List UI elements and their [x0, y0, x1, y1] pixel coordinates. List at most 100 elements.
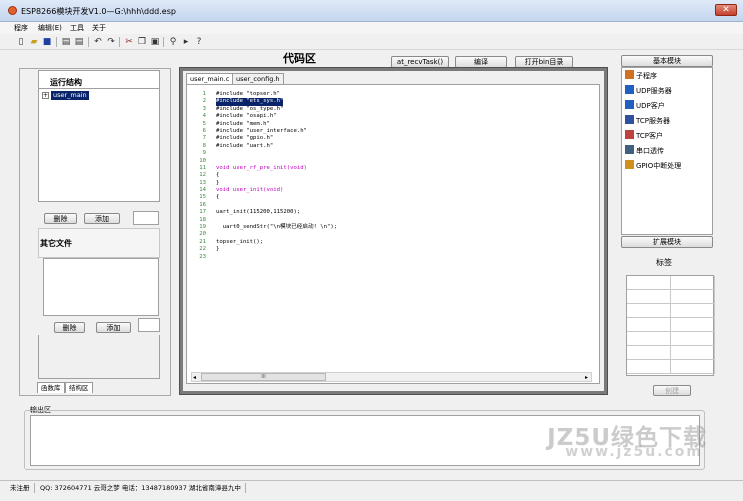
module-label: 串口透传 — [636, 147, 664, 155]
tag-grid-cell[interactable] — [627, 360, 671, 374]
save-icon[interactable]: ■ — [42, 37, 52, 47]
add-button-2[interactable]: 添加 — [96, 322, 131, 333]
tag-label: 标签 — [656, 258, 672, 267]
module-item[interactable]: TCP服务器 — [625, 114, 670, 128]
copy-icon[interactable]: ❐ — [137, 37, 147, 47]
module-item[interactable]: GPIO中断处理 — [625, 159, 681, 173]
module-item[interactable]: TCP客户 — [625, 129, 663, 143]
code-text: #include "osapi.h" — [216, 113, 277, 120]
tag-grid-cell[interactable] — [627, 276, 671, 290]
tag-grid-cell[interactable] — [627, 304, 671, 318]
line-number: 3 — [202, 105, 206, 112]
udp-server-icon — [625, 85, 634, 94]
code-editor[interactable]: 1 #include "topser.h" 2 #include "ets_sys.h… — [192, 91, 592, 370]
struct-input[interactable] — [133, 211, 159, 225]
tag-grid-cell[interactable] — [627, 332, 671, 346]
code-line: 7 #include "gpio.h" — [192, 135, 592, 142]
status-registration: 未注册 — [10, 483, 35, 493]
tree-expander[interactable]: + — [42, 92, 49, 99]
page2-icon[interactable]: ▤ — [74, 37, 84, 47]
code-line: 20 — [192, 231, 592, 238]
code-line: 5 #include "mem.h" — [192, 121, 592, 128]
find-icon[interactable]: ⚲ — [168, 37, 178, 47]
tab-structure[interactable]: 结构区 — [65, 382, 93, 393]
code-line: 9 — [192, 150, 592, 157]
line-number: 23 — [199, 253, 206, 260]
code-text: void user_init(void) — [216, 187, 284, 194]
tab-user-main-c[interactable]: user_main.c — [186, 73, 234, 84]
undo-icon[interactable]: ↶ — [93, 37, 103, 47]
create-button[interactable]: 创建 — [653, 385, 691, 396]
module-item[interactable]: UDP客户 — [625, 99, 665, 113]
line-number: 9 — [202, 150, 206, 157]
scroll-right-arrow[interactable]: ▸ — [585, 374, 588, 381]
status-bar: 未注册 QQ: 372604771 云哥之梦 电话：13487180937 湖北… — [0, 480, 743, 501]
tab-function-library[interactable]: 函数库 — [37, 382, 65, 393]
line-number: 6 — [202, 127, 206, 134]
gpio-interrupt-icon — [625, 160, 634, 169]
tag-grid-cell[interactable] — [671, 290, 715, 304]
module-item[interactable]: 子程序 — [625, 69, 657, 83]
code-text: #include "user_interface.h" — [216, 127, 307, 134]
line-number: 18 — [199, 216, 206, 223]
open-folder-icon[interactable]: ▰ — [29, 37, 39, 47]
tag-grid-cell[interactable] — [671, 332, 715, 346]
run-icon[interactable]: ▸ — [181, 37, 191, 47]
tag-grid-cell[interactable] — [627, 318, 671, 332]
help-icon[interactable]: ? — [194, 37, 204, 47]
code-text: uart0_sendStr("\n模块已经启动! \n"); — [216, 224, 338, 231]
tab-user-config-h[interactable]: user_config.h — [232, 73, 284, 84]
cut-icon[interactable]: ✂ — [124, 37, 134, 47]
menu-about[interactable]: 关于 — [92, 23, 106, 33]
struct-title: 运行结构 — [50, 78, 82, 87]
toolbar-separator — [88, 37, 89, 47]
tree-item-user-main[interactable]: user_main — [51, 91, 89, 100]
menu-program[interactable]: 程序 — [14, 23, 28, 33]
module-label: TCP客户 — [636, 132, 663, 140]
tag-grid[interactable] — [626, 275, 715, 376]
toolbar: ▯ ▰ ■ ▤ ▤ ↶ ↷ ✂ ❐ ▣ ⚲ ▸ ? — [0, 34, 743, 50]
module-item[interactable]: UDP服务器 — [625, 84, 672, 98]
tag-grid-cell[interactable] — [627, 346, 671, 360]
code-line: 14 void user_init(void) — [192, 187, 592, 194]
menu-bar: 程序 编辑(E) 工具 关于 — [0, 22, 743, 34]
basic-modules-header[interactable]: 基本模块 — [621, 55, 713, 67]
code-text: { — [216, 172, 220, 179]
tag-grid-cell[interactable] — [671, 276, 715, 290]
line-number: 5 — [202, 120, 206, 127]
ext-modules-header[interactable]: 扩展模块 — [621, 236, 713, 248]
close-button[interactable]: ✕ — [715, 4, 737, 16]
module-item[interactable]: 串口透传 — [625, 144, 664, 158]
code-text: #include "mem.h" — [216, 120, 270, 127]
code-line: 4 #include "osapi.h" — [192, 113, 592, 120]
menu-edit[interactable]: 编辑(E) — [38, 23, 62, 33]
other-files-list[interactable] — [43, 258, 159, 316]
scroll-thumb[interactable]: III — [201, 373, 326, 381]
code-line: 8 #include "uart.h" — [192, 143, 592, 150]
code-line: 13} — [192, 180, 592, 187]
tag-grid-cell[interactable] — [671, 360, 715, 374]
paste-icon[interactable]: ▣ — [150, 37, 160, 47]
menu-tools[interactable]: 工具 — [70, 23, 84, 33]
code-line: 3 #include "os_type.h" — [192, 106, 592, 113]
other-input[interactable] — [138, 318, 160, 332]
page-icon[interactable]: ▤ — [61, 37, 71, 47]
struct-tree[interactable] — [38, 88, 160, 202]
delete-button[interactable]: 删除 — [44, 213, 77, 224]
tag-grid-cell[interactable] — [627, 290, 671, 304]
delete-button-2[interactable]: 删除 — [54, 322, 85, 333]
code-line: 17 uart_init(115200,115200); — [192, 209, 592, 216]
tag-grid-cell[interactable] — [671, 318, 715, 332]
scroll-left-arrow[interactable]: ◂ — [193, 374, 196, 381]
tag-grid-cell[interactable] — [671, 346, 715, 360]
redo-icon[interactable]: ↷ — [106, 37, 116, 47]
tag-grid-cell[interactable] — [671, 304, 715, 318]
new-file-icon[interactable]: ▯ — [16, 37, 26, 47]
code-text: { — [216, 194, 220, 201]
code-text: uart_init(115200,115200); — [216, 209, 301, 216]
add-button[interactable]: 添加 — [84, 213, 120, 224]
line-number: 1 — [202, 91, 206, 97]
status-contact-info: QQ: 372604771 云哥之梦 电话：13487180937 湖北省南漳县… — [40, 483, 246, 493]
tcp-server-icon — [625, 115, 634, 124]
serial-passthrough-icon — [625, 145, 634, 154]
